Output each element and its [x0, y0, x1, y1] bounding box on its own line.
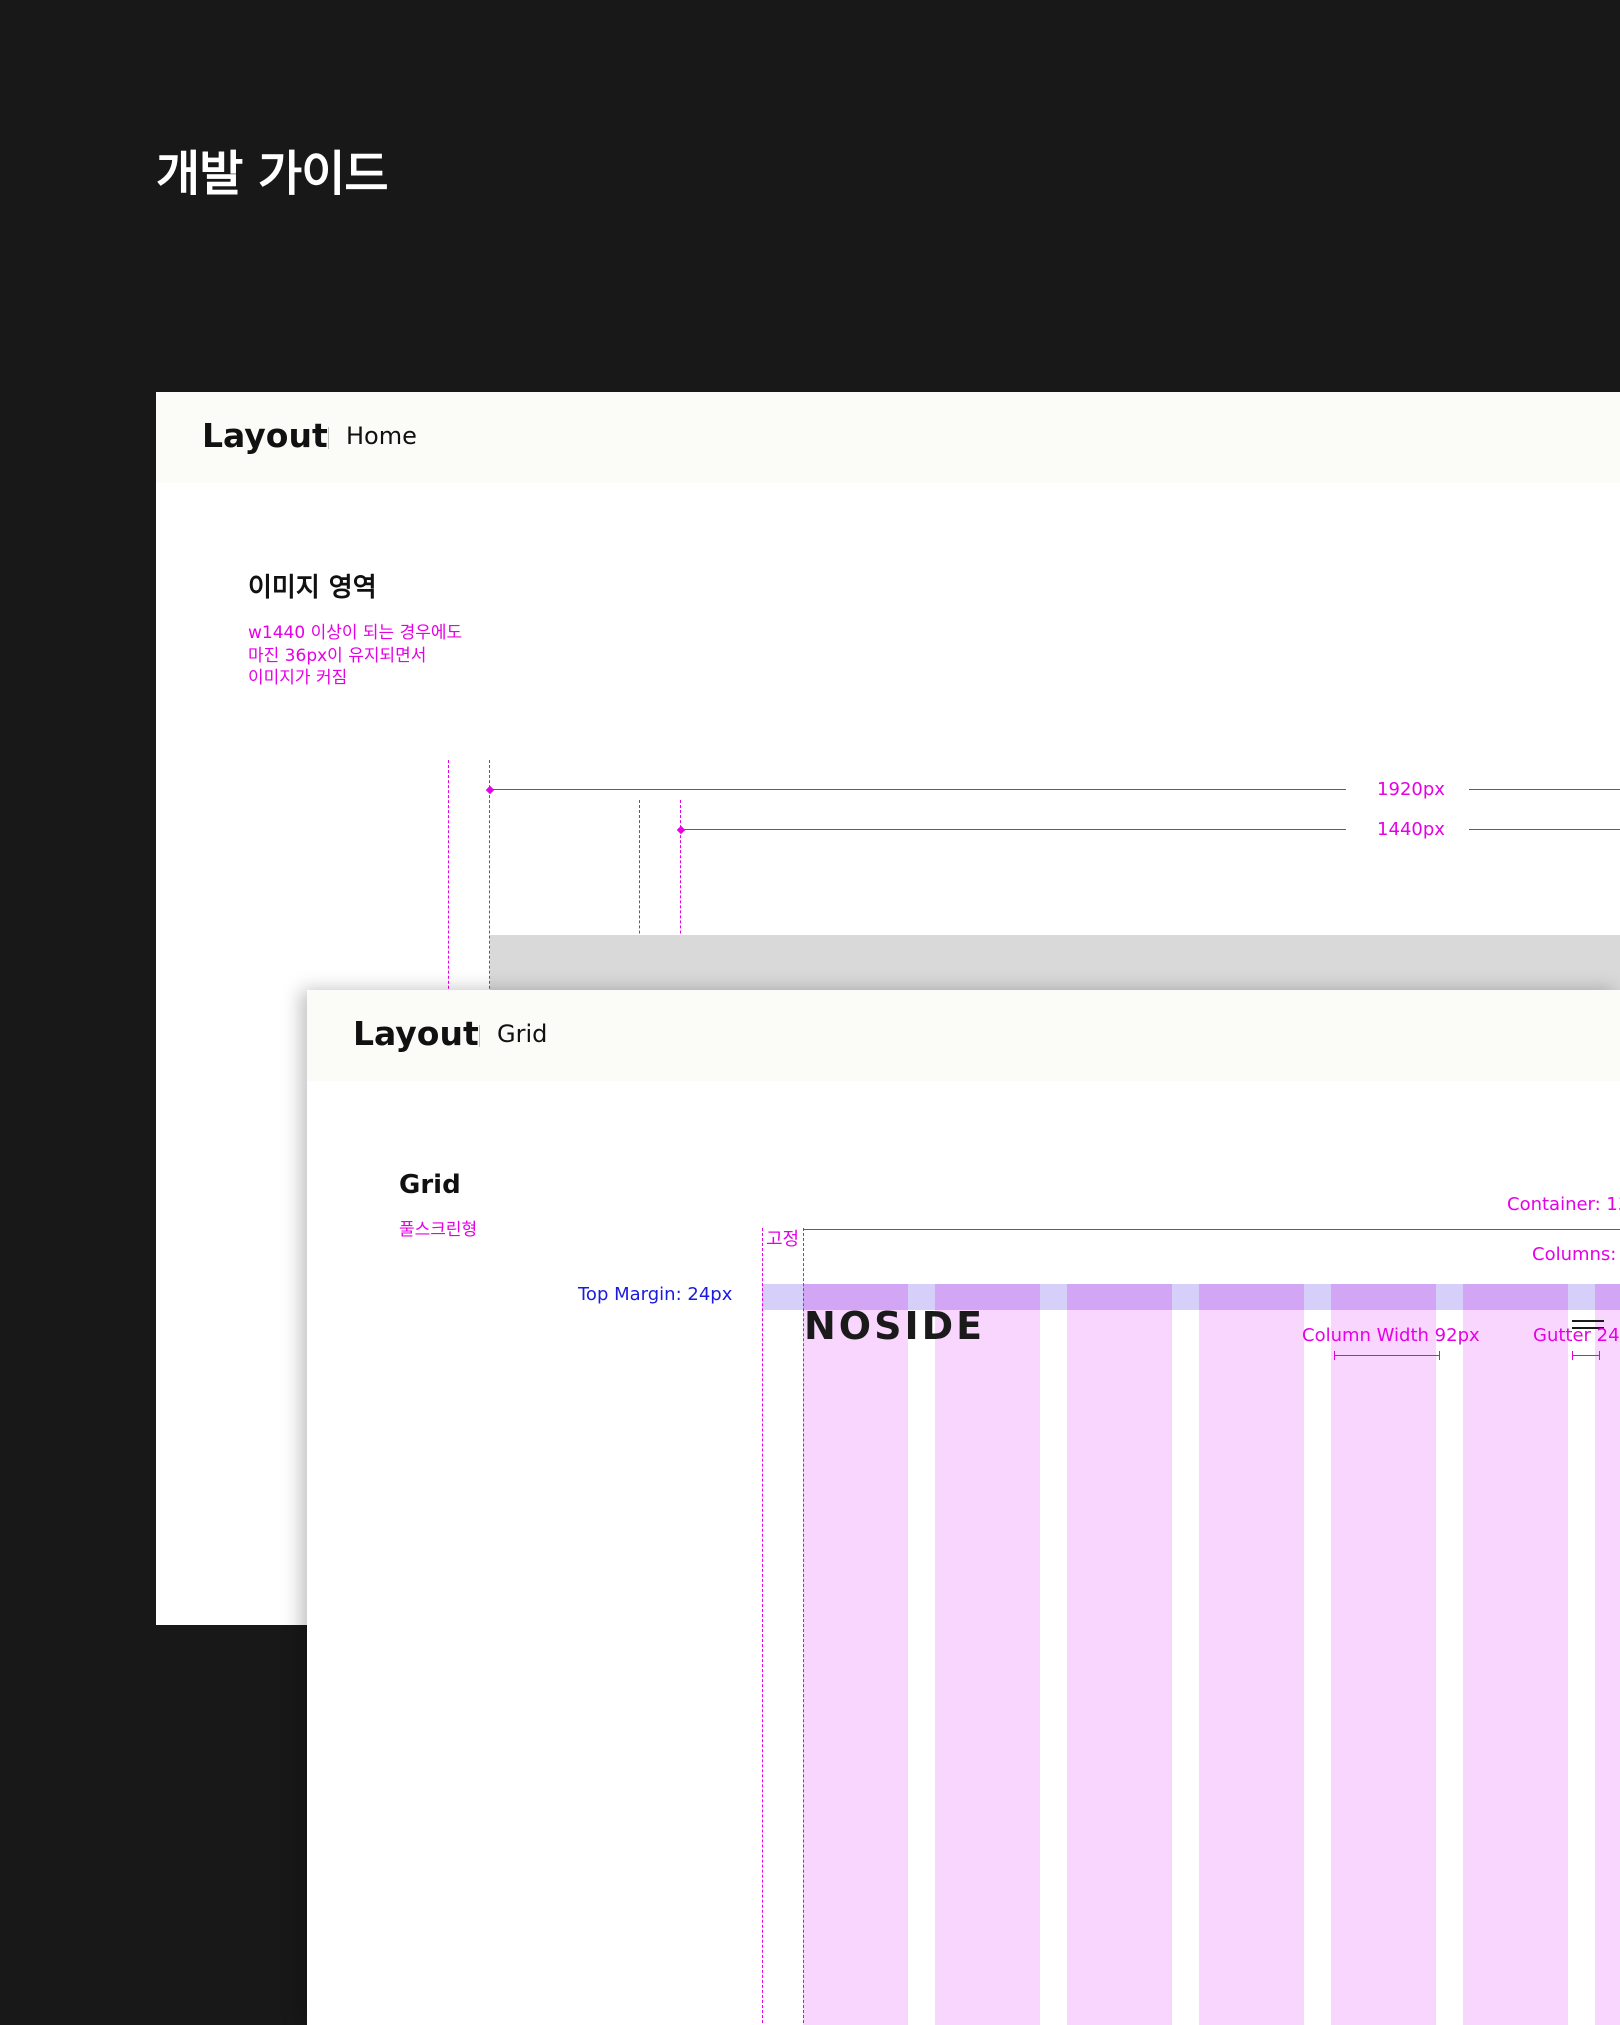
column-top-margin [1463, 1284, 1568, 1310]
column-top-margin [1199, 1284, 1304, 1310]
note-line: w1440 이상이 되는 경우에도 [248, 623, 463, 643]
column-top-margin [1067, 1284, 1172, 1310]
column-width-bracket [1334, 1355, 1440, 1356]
measure-line [1469, 789, 1620, 790]
grid-column [1199, 1284, 1304, 2025]
margin-guide-line [762, 1228, 763, 2025]
grid-note: 풀스크린형 [399, 1220, 478, 1240]
grid-columns [803, 1284, 1620, 2025]
container-line [803, 1229, 1620, 1230]
layout-grid-board: Layout Grid Grid 풀스크린형 고정 Container: 13 … [307, 990, 1620, 2025]
measure-line [490, 789, 1346, 790]
top-margin-label: Top Margin: 24px [578, 1284, 733, 1305]
grid-column [1067, 1284, 1172, 2025]
grid-column [935, 1284, 1040, 2025]
grid-column [1595, 1284, 1620, 2025]
page-title: 개발 가이드 [156, 146, 389, 202]
gutter-bracket [1572, 1355, 1600, 1356]
noside-logo: NOSIDE [804, 1304, 986, 1348]
container-label: Container: 13 [1507, 1194, 1620, 1215]
header-divider [328, 427, 329, 449]
measure-line [681, 829, 1346, 830]
board-header: Layout Home [156, 392, 1620, 483]
board-header: Layout Grid [307, 990, 1620, 1081]
board-subtitle: Home [346, 422, 417, 450]
menu-bar [1572, 1320, 1604, 1322]
columns-label: Columns: : [1532, 1244, 1620, 1265]
width-1920-label: 1920px [1377, 779, 1445, 800]
grid-heading: Grid [399, 1170, 461, 1200]
header-divider [479, 1025, 480, 1047]
column-top-margin [1331, 1284, 1436, 1310]
board-title: Layout [202, 416, 328, 455]
board-subtitle: Grid [497, 1020, 548, 1048]
gutter-bracket-tick [1599, 1351, 1600, 1360]
board-title: Layout [353, 1014, 479, 1053]
image-area-heading: 이미지 영역 [248, 573, 377, 603]
column-bracket-tick [1439, 1351, 1440, 1360]
measure-marker [485, 785, 495, 795]
image-area-note: w1440 이상이 되는 경우에도 마진 36px이 유지되면서 이미지가 커짐 [248, 622, 462, 690]
grid-column [1463, 1284, 1568, 2025]
top-margin-strip [762, 1284, 803, 1310]
grid-column [803, 1284, 908, 2025]
note-line: 마진 36px이 유지되면서 [248, 645, 427, 666]
fixed-margin-label: 고정 [766, 1229, 800, 1250]
measure-marker [676, 825, 686, 835]
gutter-label: Gutter 24p [1533, 1325, 1620, 1346]
width-1440-label: 1440px [1377, 819, 1445, 840]
column-width-label: Column Width 92px [1302, 1325, 1480, 1346]
column-top-margin [1595, 1284, 1620, 1310]
note-line: 이미지가 커짐 [248, 668, 348, 689]
measure-line [1469, 829, 1620, 830]
grid-column [1331, 1284, 1436, 2025]
